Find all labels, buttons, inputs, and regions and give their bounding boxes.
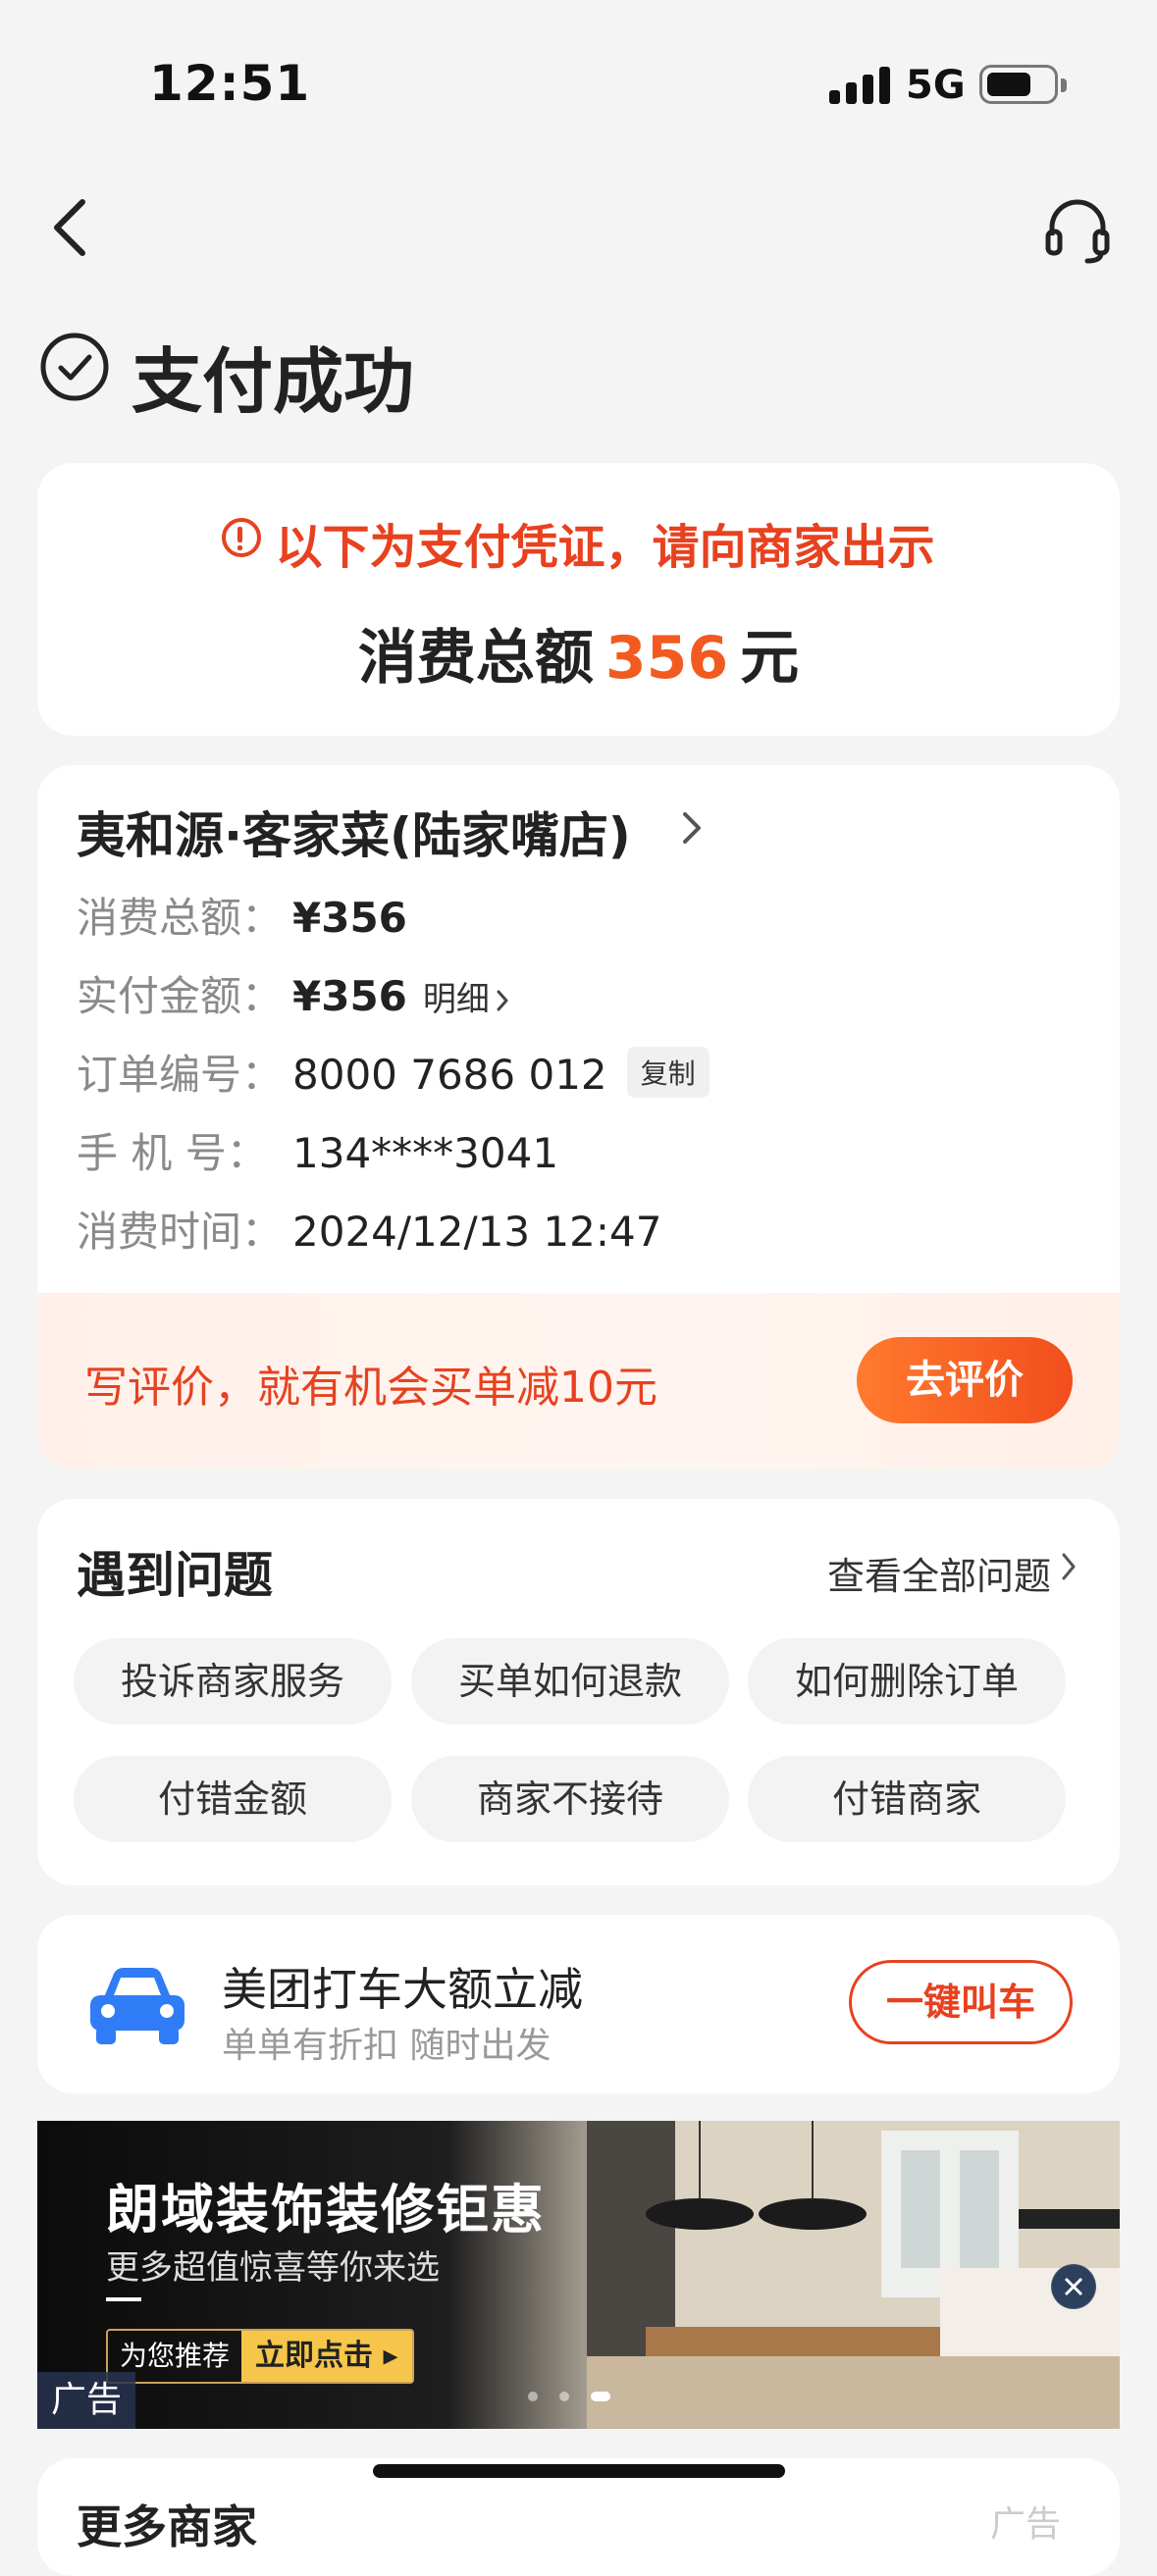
ad-banner[interactable]: 朗域装饰装修钜惠 更多超值惊喜等你来选 为您推荐 立即点击 ▸ 广告 (37, 2121, 1120, 2429)
home-indicator[interactable] (373, 2464, 785, 2478)
car-icon (90, 1968, 184, 2044)
problem-chip[interactable]: 如何删除订单 (748, 1638, 1066, 1725)
chevron-right-icon[interactable] (496, 989, 509, 1012)
ride-title: 美团打车大额立减 (222, 1963, 583, 2016)
carousel-dot (528, 2392, 538, 2401)
row-value: 8000 7686 012 (292, 1051, 607, 1099)
row-label: 订单编号： (77, 1051, 284, 1099)
more-merchants-ad-label: 广告 (989, 2504, 1061, 2545)
voucher-notice-text: 以下为支付凭证，请向商家出示 (275, 520, 935, 575)
row-value: ¥356 (292, 972, 407, 1020)
total-unit: 元 (740, 624, 800, 693)
row-value: ¥356 (292, 894, 407, 942)
review-promo-band: 写评价，就有机会买单减10元 去评价 (37, 1293, 1120, 1469)
ad-cta[interactable]: 为您推荐 立即点击 ▸ (106, 2329, 414, 2384)
voucher-notice: 以下为支付凭证，请向商家出示 (37, 508, 1120, 577)
warning-icon (222, 518, 262, 557)
problem-chip[interactable]: 商家不接待 (411, 1756, 729, 1842)
chevron-right-icon[interactable] (1061, 1552, 1077, 1581)
network-label: 5G (906, 63, 966, 108)
row-value: 134****3041 (292, 1129, 559, 1177)
review-prompt: 写评价，就有机会买单减10元 (84, 1363, 657, 1413)
order-row-paid: 实付金额： ¥356 明细 (77, 963, 509, 1023)
merchant-name-link[interactable]: 夷和源·客家菜(陆家嘴店) (77, 797, 631, 867)
carousel-dot-active (591, 2392, 610, 2401)
problem-chip[interactable]: 付错金额 (74, 1756, 392, 1842)
problem-chip[interactable]: 买单如何退款 (411, 1638, 729, 1725)
problem-chip[interactable]: 投诉商家服务 (74, 1638, 392, 1725)
more-merchants-title: 更多商家 (77, 2500, 257, 2553)
signal-icon (829, 67, 890, 104)
success-check-icon (40, 333, 109, 401)
problems-card: 遇到问题 查看全部问题 投诉商家服务 买单如何退款 如何删除订单 付错金额 商家… (37, 1499, 1120, 1885)
problems-title: 遇到问题 (77, 1547, 273, 1604)
order-row-total: 消费总额： ¥356 (77, 885, 407, 945)
detail-link[interactable]: 明细 (423, 980, 490, 1019)
ride-subtitle: 单单有折扣 随时出发 (222, 2026, 552, 2066)
order-row-time: 消费时间： 2024/12/13 12:47 (77, 1199, 661, 1259)
ad-divider (106, 2297, 141, 2301)
kitchen-photo (587, 2121, 1120, 2429)
status-time: 12:51 (149, 55, 311, 112)
back-icon[interactable] (47, 196, 96, 259)
total-amount: 356 (605, 624, 729, 693)
review-button[interactable]: 去评价 (857, 1337, 1073, 1423)
call-ride-button[interactable]: 一键叫车 (849, 1960, 1073, 2044)
headset-icon[interactable] (1042, 194, 1113, 265)
ad-badge: 广告 (37, 2372, 135, 2429)
close-icon[interactable] (1051, 2264, 1096, 2309)
copy-button[interactable]: 复制 (626, 1047, 710, 1098)
problem-chip[interactable]: 付错商家 (748, 1756, 1066, 1842)
row-label: 消费总额： (77, 894, 284, 942)
page-title: 支付成功 (131, 340, 415, 423)
view-all-problems-link[interactable]: 查看全部问题 (827, 1546, 1051, 1600)
payment-voucher-card: 以下为支付凭证，请向商家出示 消费总额 356 元 (37, 463, 1120, 736)
ad-cta-button[interactable]: 立即点击 ▸ (241, 2331, 412, 2382)
total-label: 消费总额 (357, 624, 594, 693)
order-row-phone: 手 机 号： 134****3041 (77, 1120, 558, 1180)
row-value: 2024/12/13 12:47 (292, 1208, 662, 1256)
carousel-dots (528, 2392, 610, 2401)
row-label: 消费时间： (77, 1208, 284, 1256)
chevron-right-icon[interactable] (681, 810, 703, 846)
ad-title: 朗域装饰装修钜惠 (106, 2179, 546, 2241)
row-label: 手 机 号： (77, 1129, 268, 1177)
order-detail-card: 夷和源·客家菜(陆家嘴店) 消费总额： ¥356 实付金额： ¥356 明细 订单编号… (37, 765, 1120, 1469)
ride-promo-card[interactable]: 美团打车大额立减 单单有折扣 随时出发 一键叫车 (37, 1915, 1120, 2093)
ad-subtitle: 更多超值惊喜等你来选 (106, 2248, 440, 2288)
row-label: 实付金额： (77, 972, 284, 1020)
order-row-number: 订单编号： 8000 7686 012 复制 (77, 1042, 710, 1102)
battery-icon (979, 65, 1067, 104)
carousel-dot (559, 2392, 569, 2401)
voucher-total: 消费总额 356 元 (37, 610, 1120, 696)
